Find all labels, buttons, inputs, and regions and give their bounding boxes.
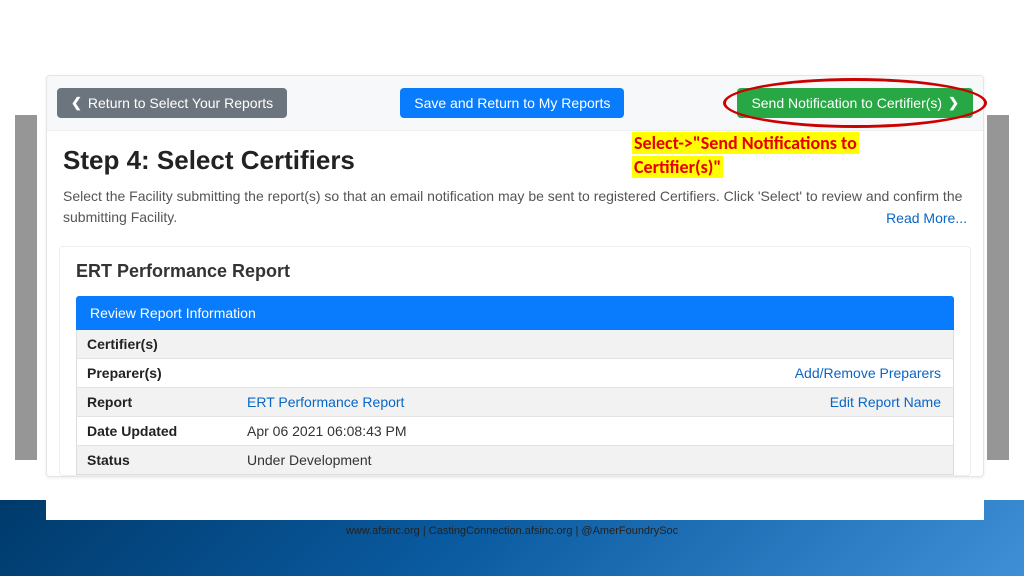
row-preparers: Preparer(s) Add/Remove Preparers — [77, 359, 953, 388]
annotation-line1: Select->"Send Notifications to — [632, 132, 859, 154]
chevron-right-icon: ❯ — [948, 95, 959, 111]
status-label: Status — [77, 446, 237, 474]
status-value: Under Development — [237, 446, 953, 474]
row-certifiers: Certifier(s) — [77, 330, 953, 359]
read-more-link[interactable]: Read More... — [886, 210, 967, 226]
send-button-label: Send Notification to Certifier(s) — [751, 95, 942, 111]
report-name-link[interactable]: ERT Performance Report — [237, 388, 818, 416]
date-updated-label: Date Updated — [77, 417, 237, 445]
send-button-highlight: Send Notification to Certifier(s) ❯ — [737, 88, 973, 118]
row-report: Report ERT Performance Report Edit Repor… — [77, 388, 953, 417]
main-card: ❮ Return to Select Your Reports Save and… — [46, 75, 984, 477]
slide-bg-left — [15, 115, 37, 460]
row-status: Status Under Development — [77, 446, 953, 474]
step-section: Step 4: Select Certifiers Select the Fac… — [47, 131, 983, 246]
card-overhang — [46, 500, 984, 520]
back-button-label: Return to Select Your Reports — [88, 95, 273, 111]
back-button[interactable]: ❮ Return to Select Your Reports — [57, 88, 287, 118]
annotation-text: Select->"Send Notifications to Certifier… — [632, 131, 859, 180]
preparers-label: Preparer(s) — [77, 359, 237, 387]
toolbar: ❮ Return to Select Your Reports Save and… — [47, 76, 983, 131]
page-description: Select the Facility submitting the repor… — [63, 186, 963, 228]
report-label: Report — [77, 388, 237, 416]
save-button-label: Save and Return to My Reports — [414, 95, 610, 111]
review-header: Review Report Information — [76, 296, 954, 330]
slide-bg-right — [987, 115, 1009, 460]
date-updated-value: Apr 06 2021 06:08:43 PM — [237, 417, 953, 445]
edit-report-name-link[interactable]: Edit Report Name — [818, 388, 953, 416]
send-notification-button[interactable]: Send Notification to Certifier(s) ❯ — [737, 88, 973, 118]
chevron-left-icon: ❮ — [71, 95, 82, 111]
row-date: Date Updated Apr 06 2021 06:08:43 PM — [77, 417, 953, 446]
preparers-value — [237, 367, 783, 379]
report-card: ERT Performance Report Review Report Inf… — [59, 246, 971, 476]
annotation-line2: Certifier(s)" — [632, 156, 723, 178]
certifiers-label: Certifier(s) — [77, 330, 237, 358]
footer-text: www.afsinc.org | CastingConnection.afsin… — [0, 525, 1024, 537]
report-info-table: Certifier(s) Preparer(s) Add/Remove Prep… — [76, 330, 954, 475]
save-button[interactable]: Save and Return to My Reports — [400, 88, 624, 118]
add-remove-preparers-link[interactable]: Add/Remove Preparers — [783, 359, 953, 387]
report-section-title: ERT Performance Report — [76, 261, 954, 282]
certifiers-value — [237, 338, 953, 350]
